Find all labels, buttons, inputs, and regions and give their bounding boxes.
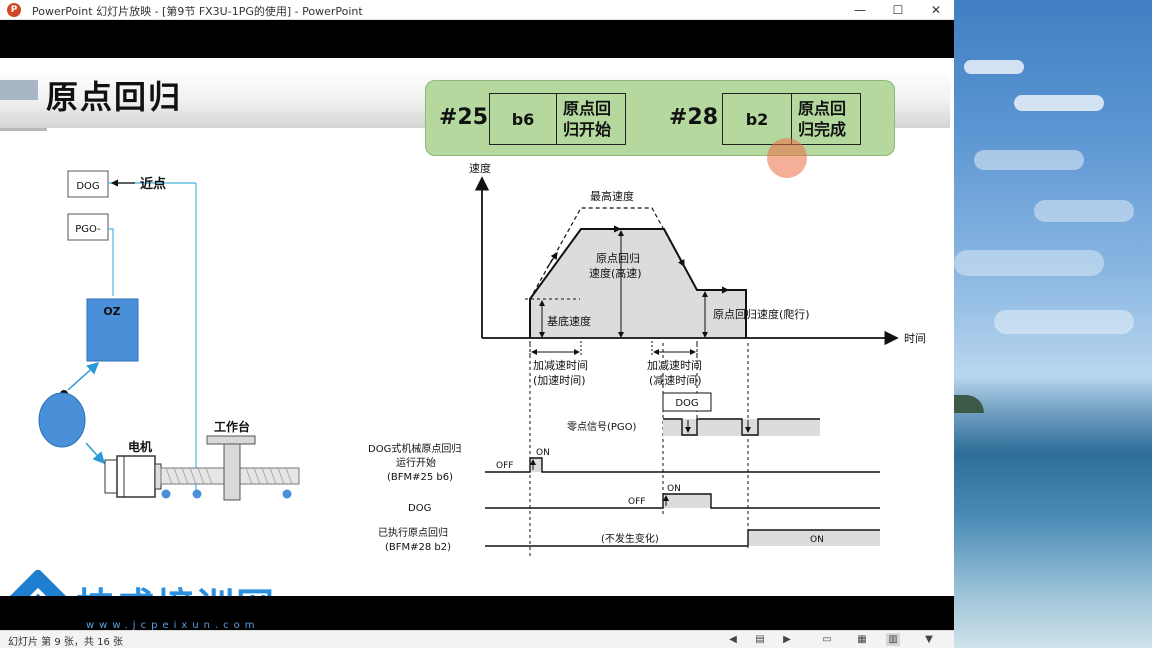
- start-on-label: ON: [536, 448, 550, 458]
- dog-timing-label: DOG: [675, 398, 698, 409]
- accel-label-2: (加速时间): [533, 374, 586, 387]
- start-off-label: OFF: [496, 461, 513, 471]
- sensor-dot-2: [192, 489, 202, 499]
- decel-label-1: 加减速时间: [647, 359, 702, 372]
- powerpoint-app-icon: P: [7, 3, 21, 17]
- normal-view-icon[interactable]: ▭: [820, 633, 834, 646]
- no-change-label: (不发生变化): [601, 532, 659, 545]
- home-speed-label-1: 原点回归: [596, 251, 640, 265]
- table-label: 工作台: [214, 419, 250, 434]
- timing-diagram: DOG 零点信号(PGO) DOG式机械原点回归 运行开始 (BFM#25 b6…: [368, 343, 880, 558]
- dog-row-label: DOG: [408, 503, 431, 514]
- oz-label: OZ: [103, 305, 120, 318]
- window-title: PowerPoint 幻灯片放映 - [第9节 FX3U-1PG的使用] - P…: [32, 5, 363, 18]
- sensor-dot-3: [282, 489, 292, 499]
- creep-speed-label: 原点回归速度(爬行): [713, 307, 810, 321]
- oz-arrow: [67, 361, 100, 391]
- start-signal-label-1: DOG式机械原点回归: [368, 442, 461, 455]
- brand-logo-text: 技成培训网: [76, 576, 276, 596]
- previous-slide-icon[interactable]: ◀: [726, 633, 740, 646]
- start-signal-waveform: [485, 457, 880, 473]
- pgo-line: [108, 228, 114, 296]
- pgo-terminal-label: PGO-: [75, 224, 101, 235]
- sensor-dot-1: [161, 489, 171, 499]
- mechanism-diagram: DOG 近点 PGO- OZ 电机 工作台: [38, 170, 300, 501]
- motor-flange: [104, 459, 118, 494]
- motor-label: 电机: [128, 439, 152, 454]
- slide-sorter-icon[interactable]: ▦: [855, 633, 869, 646]
- dog-sensor-label: DOG: [76, 181, 99, 192]
- slideshow-menu-icon[interactable]: ▤: [753, 633, 767, 646]
- dog-off-label: OFF: [628, 497, 645, 507]
- status-bar: 幻灯片 第 9 张，共 16 张 ◀ ▤ ▶ ▭ ▦ ▥ ▼: [0, 630, 954, 648]
- desktop-wallpaper: [954, 0, 1152, 648]
- next-slide-icon[interactable]: ▶: [780, 633, 794, 646]
- minimize-button[interactable]: —: [842, 0, 878, 20]
- max-speed-label: 最高速度: [590, 189, 634, 203]
- work-table-top: [206, 435, 256, 445]
- window-titlebar: P PowerPoint 幻灯片放映 - [第9节 FX3U-1PG的使用] -…: [0, 0, 954, 20]
- reading-view-icon[interactable]: ▥: [886, 633, 900, 646]
- done-signal-label-1: 已执行原点回归: [378, 526, 448, 539]
- decel-label-2: (减速时间): [649, 374, 702, 387]
- home-speed-label-2: 速度(高速): [589, 266, 642, 280]
- slideshow-view-icon[interactable]: ▼: [922, 633, 936, 646]
- motor-arrow: [85, 442, 106, 465]
- close-button[interactable]: ✕: [918, 0, 954, 20]
- slide-counter: 幻灯片 第 9 张，共 16 张: [8, 637, 123, 648]
- slide-canvas: 原点回归 #25 b6 原点回 归开始 #28 b2 原点回 归完成 DOG 近…: [0, 58, 954, 596]
- start-signal-label-2: 运行开始: [396, 456, 436, 469]
- start-signal-label-3: (BFM#25 b6): [387, 472, 453, 483]
- slideshow-top-bar: [0, 20, 954, 58]
- base-speed-label: 基底速度: [547, 314, 591, 328]
- servo-motor-body: [116, 455, 156, 498]
- near-point-label: 近点: [140, 176, 166, 192]
- brand-url: www.jcpeixun.com: [86, 620, 260, 631]
- speed-profile-chart: 速度 时间 最高速度 原点回归 速度(高速) 基底速度 原点回归速度(爬行) 加…: [469, 161, 926, 387]
- speed-axis-label: 速度: [469, 161, 491, 175]
- work-table-nut: [223, 443, 241, 501]
- motor-pulley: [38, 392, 86, 448]
- time-axis-label: 时间: [904, 332, 926, 345]
- done-signal-label-2: (BFM#28 b2): [385, 542, 451, 553]
- pgo-signal-label: 零点信号(PGO): [567, 421, 637, 433]
- diagram-svg: DOG 近点 PGO- OZ 电机 工作台 速度 时间 最高速度 原点回归 速度…: [38, 161, 926, 558]
- maximize-button[interactable]: ☐: [880, 0, 916, 20]
- dog-on-label: ON: [667, 484, 681, 494]
- done-on-label: ON: [810, 535, 824, 545]
- accel-label-1: 加减速时间: [533, 359, 588, 372]
